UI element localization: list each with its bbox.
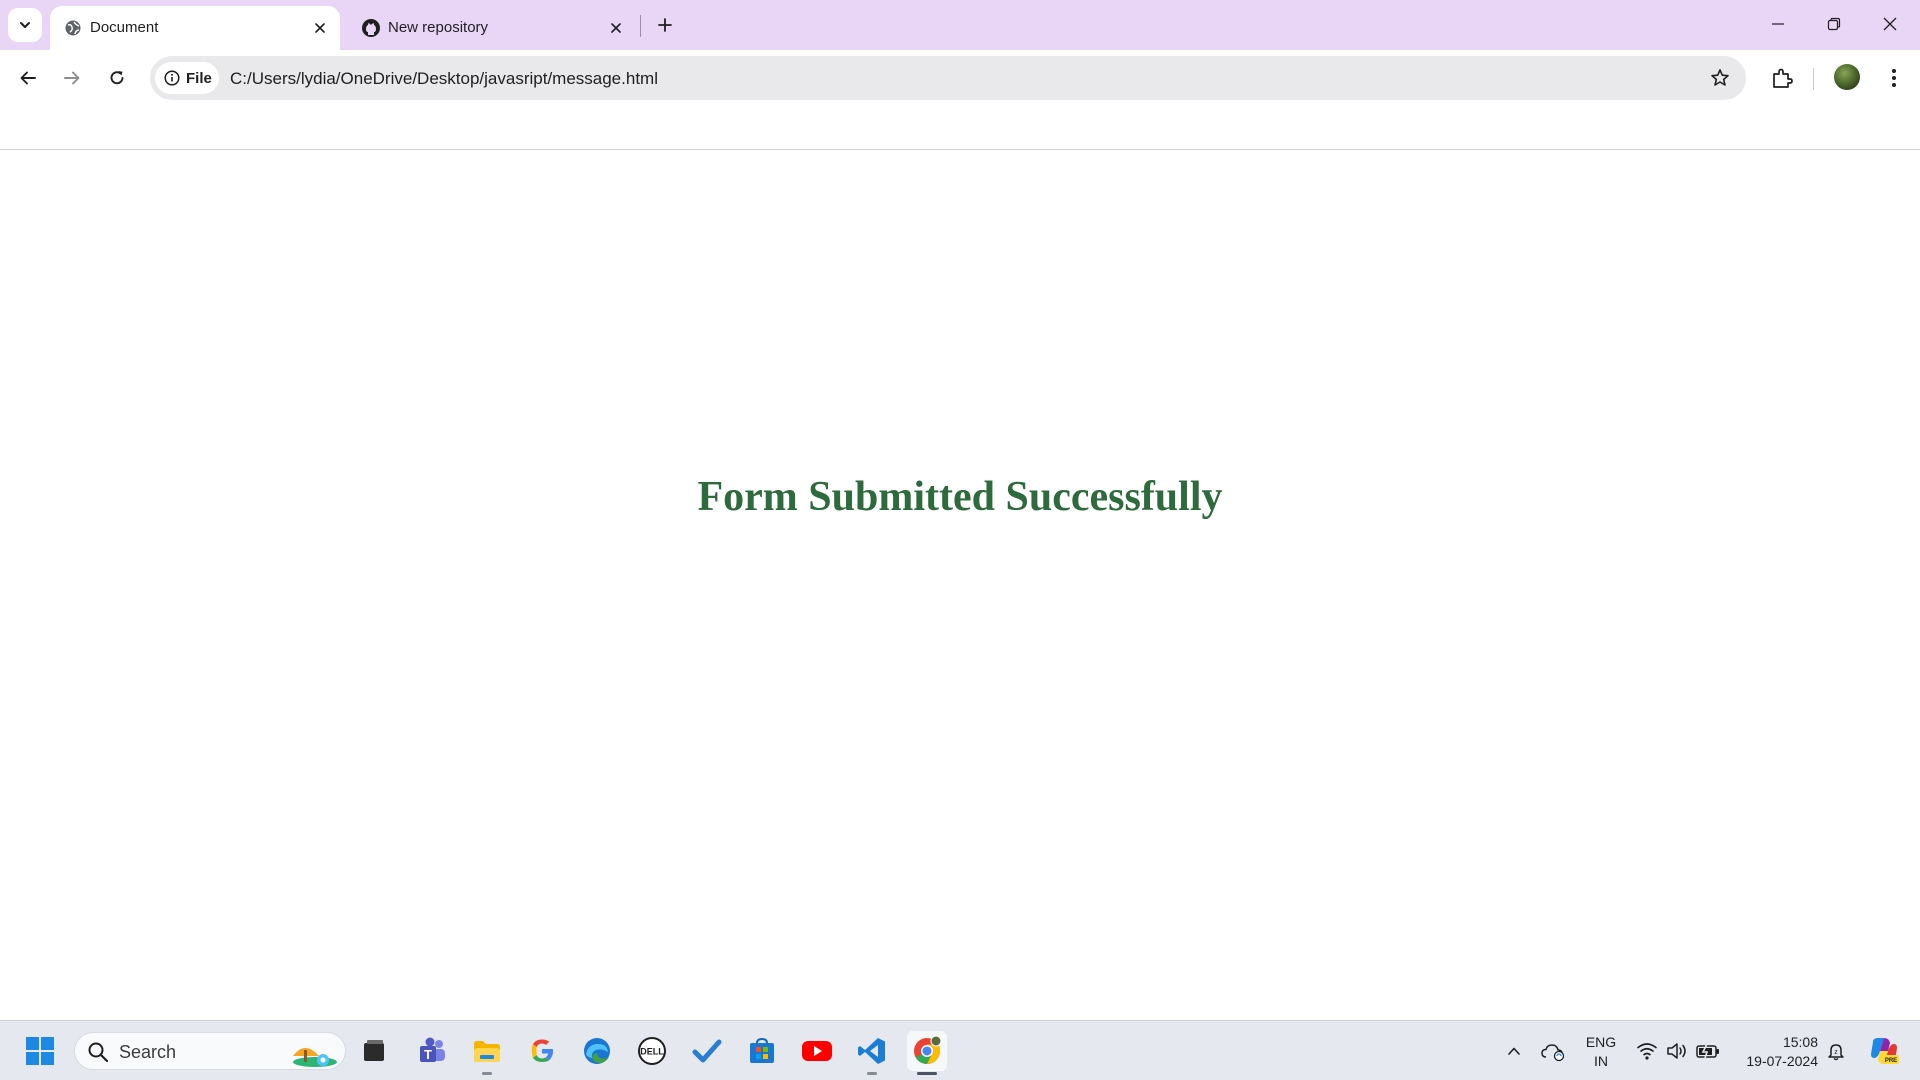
- browser-toolbar: File C:/Users/lydia/OneDrive/Desktop/jav…: [0, 50, 1920, 108]
- volume-icon: [1667, 1043, 1686, 1059]
- taskbar: Search T DELL ENG IN 15:08 19-07-2024 z …: [0, 1020, 1920, 1080]
- google-icon: [531, 1039, 553, 1062]
- battery-tray-button[interactable]: [1694, 1021, 1722, 1080]
- site-info-chip[interactable]: File: [155, 62, 219, 94]
- minimize-icon: [1772, 23, 1784, 25]
- tab-title: Document: [90, 19, 159, 36]
- teams-icon: T: [420, 1037, 445, 1062]
- star-icon: [1711, 69, 1729, 86]
- language-code: ENG: [1585, 1034, 1617, 1050]
- taskbar-app-dell[interactable]: DELL: [632, 1031, 672, 1071]
- url-text[interactable]: C:/Users/lydia/OneDrive/Desktop/javasrip…: [230, 69, 658, 89]
- forward-button[interactable]: [54, 60, 90, 96]
- taskbar-app-google[interactable]: [522, 1031, 562, 1071]
- svg-text:T: T: [424, 1047, 432, 1062]
- taskbar-app-chrome[interactable]: [907, 1031, 947, 1075]
- region-code: IN: [1594, 1053, 1608, 1069]
- copilot-button[interactable]: PRE: [1864, 1021, 1904, 1080]
- restore-button[interactable]: [1806, 0, 1862, 48]
- taskbar-app-store[interactable]: [742, 1031, 782, 1071]
- plus-icon: [658, 18, 672, 32]
- store-icon: [750, 1037, 774, 1063]
- start-button[interactable]: [20, 1031, 60, 1071]
- site-info-label: File: [186, 69, 212, 87]
- notification-bell-icon: z: [1828, 1044, 1844, 1061]
- bookmark-star-button[interactable]: [1708, 66, 1732, 90]
- arrow-right-icon: [64, 71, 80, 85]
- chevron-up-icon: [1508, 1047, 1520, 1055]
- taskbar-app-todo[interactable]: [687, 1031, 727, 1071]
- show-hidden-icons-button[interactable]: [1500, 1021, 1528, 1080]
- tab-new-repository[interactable]: New repository: [348, 6, 636, 50]
- tab-divider: [640, 15, 641, 37]
- new-tab-button[interactable]: [650, 10, 680, 40]
- tab-document[interactable]: Document: [50, 6, 340, 50]
- svg-text:PRE: PRE: [1885, 1058, 1897, 1064]
- wifi-tray-button[interactable]: [1634, 1021, 1660, 1080]
- notifications-button[interactable]: z: [1824, 1021, 1848, 1080]
- browser-menu-button[interactable]: [1876, 60, 1912, 96]
- copilot-icon: PRE: [1871, 1038, 1899, 1064]
- chrome-icon: [914, 1035, 942, 1065]
- cloud-sync-icon: [1541, 1044, 1565, 1062]
- file-explorer-icon: [474, 1041, 500, 1062]
- reload-button[interactable]: [99, 60, 135, 96]
- edge-icon: [584, 1038, 610, 1064]
- arrow-left-icon: [20, 71, 36, 85]
- running-indicator: [482, 1072, 492, 1075]
- todo-icon: [692, 1039, 722, 1063]
- volume-tray-button[interactable]: [1664, 1021, 1690, 1080]
- globe-icon: [62, 17, 84, 39]
- search-icon: [88, 1042, 109, 1063]
- minimize-button[interactable]: [1750, 0, 1806, 48]
- close-icon: [1883, 17, 1897, 31]
- taskbar-app-file-manager[interactable]: [354, 1031, 394, 1071]
- github-icon: [360, 17, 382, 39]
- tab-search-button[interactable]: [8, 8, 42, 42]
- vscode-icon: [858, 1038, 885, 1064]
- input-language[interactable]: ENG IN: [1580, 1033, 1622, 1071]
- svg-text:z: z: [1834, 1049, 1838, 1056]
- puzzle-icon: [1773, 68, 1793, 88]
- close-tab-icon[interactable]: [604, 16, 628, 40]
- battery-charging-icon: [1696, 1043, 1719, 1059]
- search-highlight-icon: [293, 1048, 337, 1067]
- onedrive-tray-button[interactable]: [1538, 1021, 1568, 1080]
- tab-title: New repository: [388, 19, 489, 36]
- success-message: Form Submitted Successfully: [697, 474, 1223, 520]
- taskbar-app-vscode[interactable]: [852, 1031, 892, 1075]
- toolbar-separator: [1813, 68, 1814, 90]
- close-window-button[interactable]: [1862, 0, 1918, 48]
- reload-icon: [110, 71, 124, 85]
- youtube-icon: [802, 1041, 832, 1061]
- file-manager-icon: [364, 1040, 384, 1061]
- svg-text:DELL: DELL: [640, 1047, 664, 1057]
- running-indicator: [917, 1072, 937, 1075]
- restore-icon: [1827, 17, 1841, 31]
- profile-avatar[interactable]: [1834, 64, 1860, 90]
- taskbar-search[interactable]: Search: [74, 1032, 346, 1070]
- extensions-button[interactable]: [1764, 60, 1800, 96]
- back-button[interactable]: [10, 60, 46, 96]
- clock-date: 19-07-2024: [1746, 1053, 1818, 1069]
- taskbar-app-file-explorer[interactable]: [467, 1031, 507, 1075]
- windows-start-icon: [26, 1037, 54, 1065]
- dell-icon: DELL: [638, 1037, 666, 1065]
- search-label: Search: [119, 1042, 177, 1062]
- clock-time: 15:08: [1782, 1034, 1818, 1050]
- page-content: Form Submitted Successfully: [0, 151, 1920, 1020]
- tab-strip: Document New repository: [0, 0, 1920, 50]
- bookmarks-bar: [0, 108, 1920, 150]
- taskbar-app-teams[interactable]: T: [412, 1031, 452, 1071]
- system-clock[interactable]: 15:08 19-07-2024: [1732, 1033, 1818, 1071]
- chevron-down-icon: [20, 22, 30, 28]
- running-indicator: [867, 1072, 877, 1075]
- info-icon: [164, 70, 180, 86]
- address-bar[interactable]: File C:/Users/lydia/OneDrive/Desktop/jav…: [150, 56, 1746, 100]
- more-vertical-icon: [1892, 69, 1896, 87]
- wifi-icon: [1636, 1043, 1658, 1060]
- taskbar-app-youtube[interactable]: [797, 1031, 837, 1071]
- close-tab-icon[interactable]: [308, 16, 332, 40]
- taskbar-app-edge[interactable]: [577, 1031, 617, 1071]
